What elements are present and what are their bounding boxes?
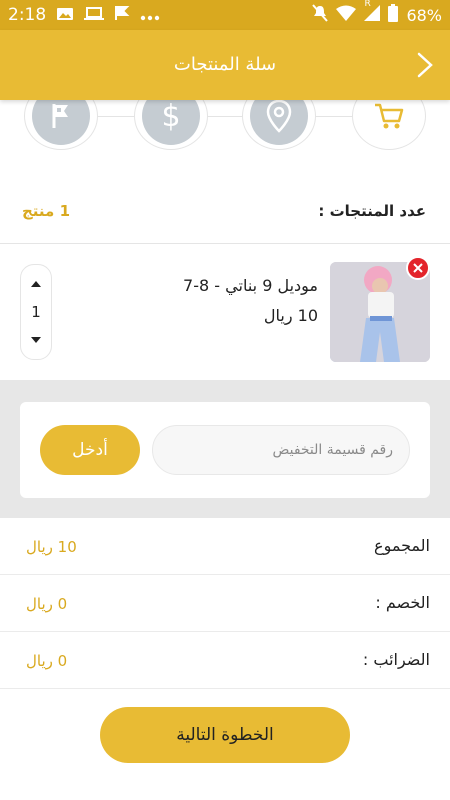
caret-up-icon — [31, 281, 41, 287]
signal-icon: R — [364, 0, 381, 25]
flag-icon — [114, 5, 130, 25]
app-bar: سلة المنتجات — [0, 30, 450, 100]
wifi-icon — [336, 5, 357, 25]
product-count-label: عدد المنتجات : — [318, 202, 426, 220]
laptop-icon — [84, 6, 105, 25]
tax-label: الضرائب : — [362, 650, 430, 669]
flag-finish-icon — [52, 104, 68, 128]
status-time: 2:18 — [8, 5, 47, 25]
svg-text:$: $ — [161, 99, 180, 133]
close-icon — [413, 263, 423, 273]
quantity-decrease-button[interactable] — [21, 327, 51, 353]
location-pin-icon — [266, 99, 292, 133]
page-title: سلة المنتجات — [173, 54, 277, 75]
tax-value: 0 ريال — [26, 652, 68, 670]
quantity-increase-button[interactable] — [21, 271, 51, 297]
product-price: 10 ريال — [263, 306, 318, 325]
coupon-section: أدخل — [0, 380, 450, 518]
battery-icon — [388, 4, 399, 26]
photo-icon — [56, 6, 74, 25]
status-left: 2:18 — [8, 5, 160, 25]
tax-row: الضرائب : 0 ريال — [0, 632, 450, 689]
discount-label: الخصم : — [375, 593, 430, 612]
chevron-right-icon[interactable] — [414, 52, 436, 78]
subtotal-label: المجموع — [374, 536, 430, 555]
order-totals: المجموع 10 ريال الخصم : 0 ريال الضرائب :… — [0, 518, 450, 689]
battery-percent: 68% — [406, 5, 442, 25]
mute-icon — [312, 4, 329, 26]
dollar-icon: $ — [161, 99, 180, 133]
roaming-indicator: R — [364, 0, 371, 9]
more-dots-icon — [140, 6, 160, 25]
next-step-button[interactable]: الخطوة التالية — [100, 707, 350, 763]
product-name[interactable]: موديل 9 بناتي - 8-7 — [183, 276, 318, 295]
discount-row: الخصم : 0 ريال — [0, 575, 450, 632]
steps-connector — [60, 116, 390, 117]
quantity-stepper: 1 — [20, 264, 52, 360]
cart-item: موديل 9 بناتي - 8-7 10 ريال 1 — [0, 244, 450, 380]
remove-item-button[interactable] — [406, 256, 430, 280]
product-count-row: عدد المنتجات : 1 منتج — [0, 190, 450, 234]
subtotal-row: المجموع 10 ريال — [0, 518, 450, 575]
status-right: R 68% — [312, 0, 442, 26]
subtotal-value: 10 ريال — [26, 538, 77, 556]
quantity-value: 1 — [31, 303, 41, 321]
discount-value: 0 ريال — [26, 595, 68, 613]
coupon-input[interactable] — [152, 425, 410, 475]
status-bar: 2:18 R 68% — [0, 0, 450, 30]
product-count-value: 1 منتج — [22, 202, 71, 220]
caret-down-icon — [31, 337, 41, 343]
apply-coupon-button[interactable]: أدخل — [40, 425, 140, 475]
coupon-card: أدخل — [20, 402, 430, 498]
cart-icon — [375, 103, 404, 129]
